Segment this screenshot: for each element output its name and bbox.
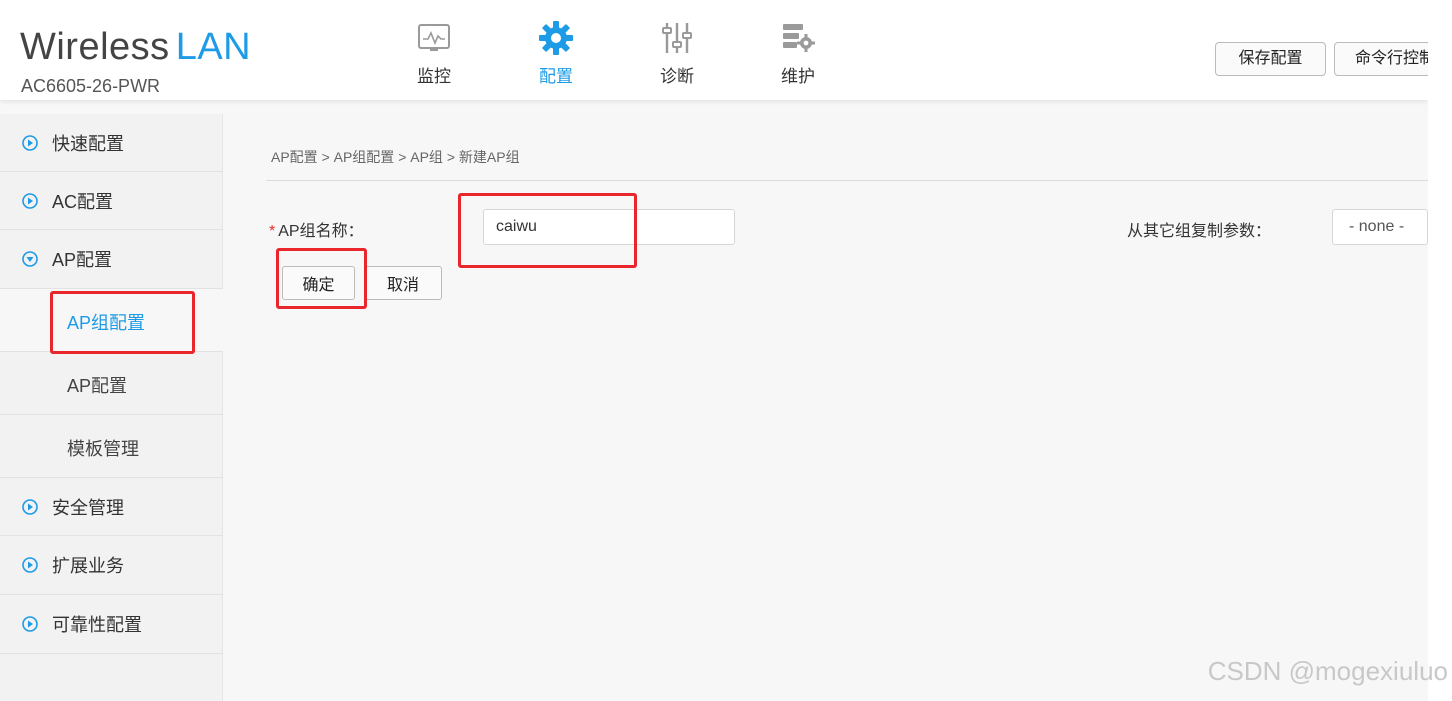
- sidebar-item-label: 可靠性配置: [52, 615, 142, 635]
- sidebar-item-label: AC配置: [52, 191, 114, 212]
- nav-maintain-label: 维护: [781, 67, 815, 86]
- nav-monitor-label: 监控: [417, 67, 451, 86]
- required-marker: *: [269, 223, 276, 240]
- sidebar-subitem-ap-config[interactable]: AP配置: [0, 352, 223, 415]
- circle-arrow-right-icon: [22, 557, 38, 573]
- csdn-watermark: CSDN @mogexiuluo: [1207, 656, 1448, 686]
- sidebar-subitem-template-manage[interactable]: 模板管理: [0, 415, 223, 478]
- sidebar-subitem-label: 模板管理: [67, 439, 139, 459]
- sidebar-item-label: AP配置: [52, 250, 113, 270]
- sidebar-item-security[interactable]: 安全管理: [0, 478, 223, 536]
- brand-wireless: Wireless: [20, 26, 170, 68]
- nav-diagnose[interactable]: 诊断: [637, 20, 717, 87]
- sidebar-subitem-ap-group-config[interactable]: AP组配置: [0, 289, 223, 352]
- monitor-icon: [394, 20, 474, 56]
- device-model: AC6605-26-PWR: [21, 76, 161, 96]
- sidebar-item-reliability[interactable]: 可靠性配置: [0, 595, 223, 654]
- nav-config[interactable]: 配置: [516, 20, 596, 87]
- ap-group-name-input[interactable]: [483, 209, 735, 245]
- nav-maintain[interactable]: 维护: [758, 20, 838, 87]
- app-window: Wireless LAN AC6605-26-PWR 监控 配置 诊断 维护 保…: [0, 0, 1428, 701]
- circle-arrow-down-icon: [22, 251, 38, 267]
- sidebar-item-label: 安全管理: [52, 497, 124, 518]
- breadcrumb: AP配置 > AP组配置 > AP组 > 新建AP组: [271, 149, 520, 165]
- nav-config-label: 配置: [539, 67, 573, 86]
- save-config-button[interactable]: 保存配置: [1215, 42, 1326, 76]
- sidebar-subitem-label: AP配置: [67, 376, 128, 396]
- sidebar-item-ap-config[interactable]: AP配置: [0, 230, 223, 289]
- copy-params-label: 从其它组复制参数：: [1127, 223, 1272, 240]
- copy-params-select[interactable]: - none -: [1332, 209, 1428, 245]
- sidebar-item-extended-services[interactable]: 扩展业务: [0, 536, 223, 595]
- confirm-button[interactable]: 确定: [282, 266, 355, 300]
- sidebar-item-label: 快速配置: [52, 133, 124, 154]
- nav-monitor[interactable]: 监控: [394, 20, 474, 87]
- gear-icon: [516, 20, 596, 56]
- sliders-icon: [637, 20, 717, 56]
- sidebar: 快速配置 AC配置 AP配置 AP组配置 AP配置 模板管理 安全管理 扩展业务…: [0, 114, 223, 701]
- server-gear-icon: [758, 20, 838, 56]
- sidebar-item-quick-config[interactable]: 快速配置: [0, 114, 223, 172]
- circle-arrow-right-icon: [22, 134, 38, 151]
- circle-arrow-right-icon: [22, 192, 38, 209]
- ap-group-name-label-text: AP组名称：: [278, 223, 364, 240]
- ap-group-name-label: * AP组名称：: [269, 217, 364, 241]
- brand-title: Wireless LAN: [20, 26, 251, 68]
- brand-lan: LAN: [175, 26, 252, 68]
- sidebar-item-label: 扩展业务: [52, 556, 124, 576]
- cancel-button[interactable]: 取消: [364, 266, 442, 300]
- sidebar-item-ac-config[interactable]: AC配置: [0, 172, 223, 230]
- content-divider: [266, 180, 1428, 181]
- command-console-button[interactable]: 命令行控制: [1334, 42, 1428, 76]
- top-header: Wireless LAN AC6605-26-PWR 监控 配置 诊断 维护 保…: [0, 0, 1428, 100]
- circle-arrow-right-icon: [22, 616, 38, 632]
- nav-diagnose-label: 诊断: [660, 67, 694, 86]
- circle-arrow-right-icon: [22, 498, 38, 515]
- sidebar-subitem-label: AP组配置: [67, 313, 146, 333]
